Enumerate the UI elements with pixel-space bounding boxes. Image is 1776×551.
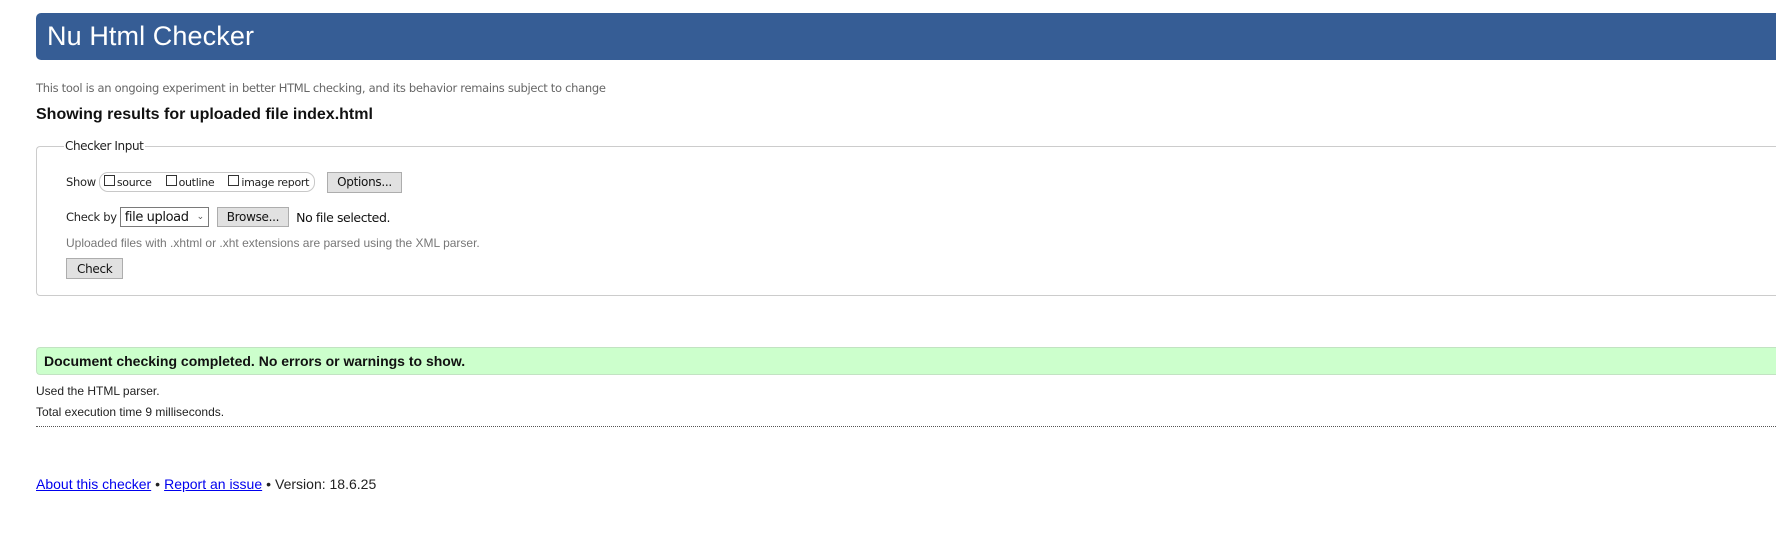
version-text: Version: 18.6.25 xyxy=(275,476,377,492)
execution-time-detail: Total execution time 9 milliseconds. xyxy=(36,405,225,419)
results-heading: Showing results for uploaded file index.… xyxy=(36,106,373,123)
parser-detail: Used the HTML parser. xyxy=(36,384,160,398)
browse-button[interactable]: Browse... xyxy=(216,207,290,227)
xml-parser-hint: Uploaded files with .xhtml or .xht exten… xyxy=(66,236,480,250)
show-label: Show xyxy=(66,175,96,189)
report-issue-link[interactable]: Report an issue xyxy=(164,476,262,492)
show-options-group: source outline image report xyxy=(98,172,316,192)
dotted-divider xyxy=(36,426,1776,427)
checker-input-legend: Checker Input xyxy=(64,139,145,153)
source-checkbox-label: source xyxy=(116,175,152,189)
app-title: Nu Html Checker xyxy=(47,21,255,51)
show-row: Show source outline image report Options… xyxy=(66,171,402,193)
file-status: No file selected. xyxy=(296,209,391,225)
about-checker-link[interactable]: About this checker xyxy=(36,476,151,492)
chevron-down-icon: ⌄ xyxy=(196,212,205,222)
show-source-option[interactable]: source xyxy=(103,174,152,189)
image-report-checkbox-label: image report xyxy=(241,175,310,189)
image-report-checkbox[interactable] xyxy=(228,174,240,186)
check-by-selected-value: file upload xyxy=(124,209,189,225)
success-message: Document checking completed. No errors o… xyxy=(36,347,1776,375)
outline-checkbox[interactable] xyxy=(165,174,177,186)
separator: • xyxy=(155,476,161,492)
app-header: Nu Html Checker xyxy=(36,13,1776,60)
outline-checkbox-label: outline xyxy=(178,175,215,189)
options-button[interactable]: Options... xyxy=(327,171,402,193)
source-checkbox[interactable] xyxy=(103,174,115,186)
footer: About this checker • Report an issue • Versi… xyxy=(36,476,376,492)
check-by-select[interactable]: file upload ⌄ xyxy=(119,207,209,227)
check-by-row: Check by file upload ⌄ Browse... No file… xyxy=(66,207,390,227)
separator: • xyxy=(266,476,272,492)
check-button[interactable]: Check xyxy=(66,258,124,279)
experiment-notice: This tool is an ongoing experiment in be… xyxy=(36,81,606,95)
check-by-label: Check by xyxy=(66,210,117,224)
show-outline-option[interactable]: outline xyxy=(165,174,215,189)
show-image-report-option[interactable]: image report xyxy=(228,174,310,189)
